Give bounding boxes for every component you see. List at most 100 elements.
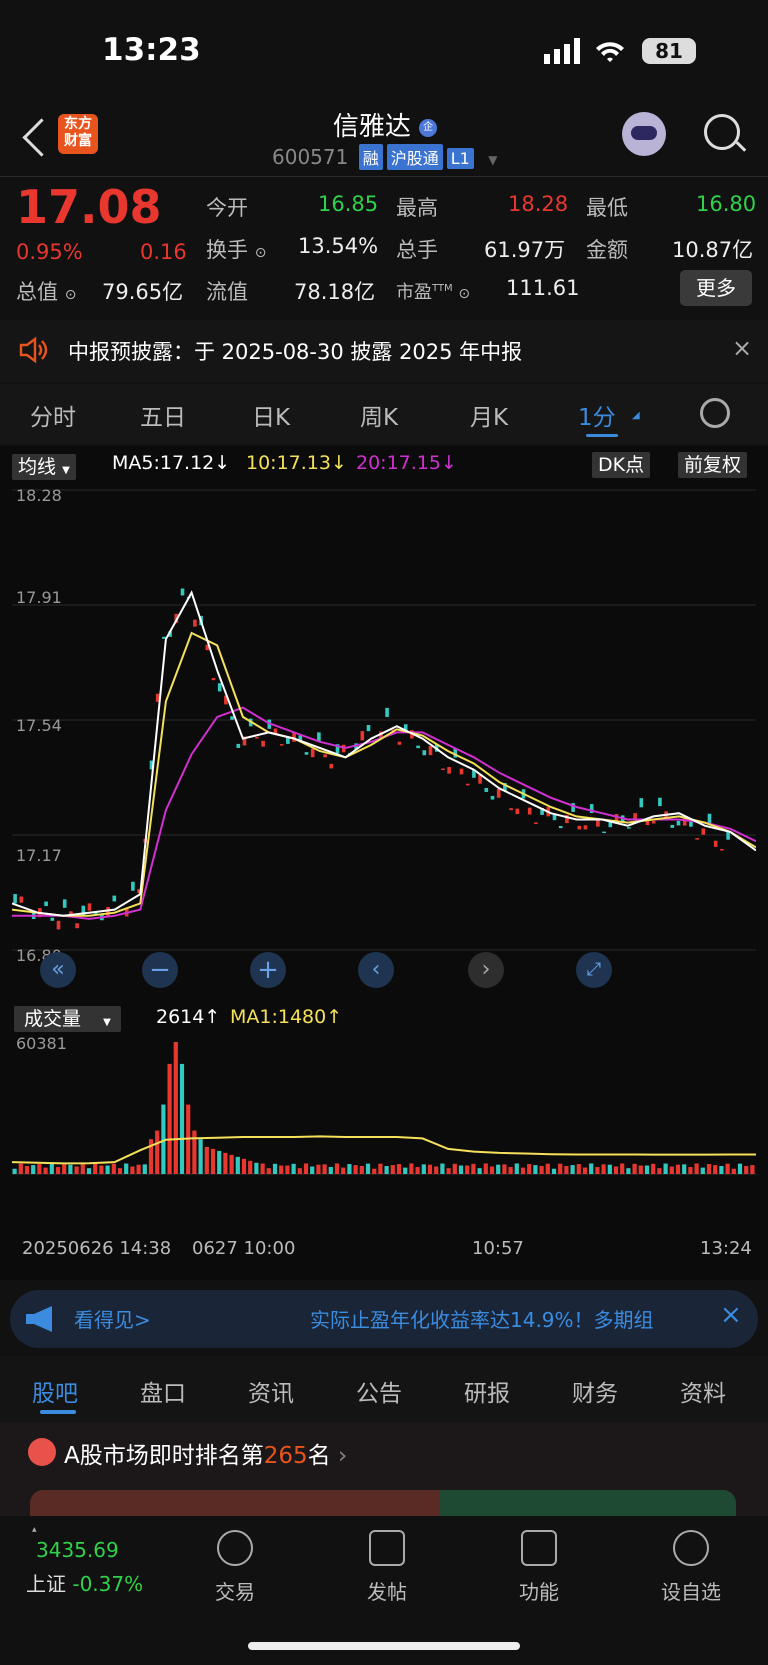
more-button[interactable]: 更多 bbox=[680, 270, 752, 306]
tab-research[interactable]: 研报 bbox=[464, 1374, 510, 1408]
volume-selector[interactable]: 成交量 ▼ bbox=[14, 1004, 121, 1032]
tab-timeshare[interactable]: 分时 bbox=[30, 398, 76, 432]
info-icon[interactable]: ⊙ bbox=[65, 287, 77, 303]
amount-value: 10.87亿 bbox=[672, 238, 754, 262]
candle bbox=[416, 745, 420, 749]
volume-bar bbox=[440, 1163, 445, 1174]
zoom-out-icon[interactable]: − bbox=[142, 952, 178, 988]
candle bbox=[441, 768, 445, 771]
candle bbox=[131, 881, 135, 891]
ranking-card[interactable]: A股市场即时排名第265名 › bbox=[0, 1422, 768, 1516]
tab-news[interactable]: 资讯 bbox=[248, 1374, 294, 1408]
volume-bar bbox=[266, 1168, 271, 1174]
candle bbox=[279, 744, 284, 746]
bullish-bar[interactable] bbox=[30, 1490, 450, 1516]
candle bbox=[323, 754, 327, 758]
mktcap-value: 79.65亿 bbox=[102, 280, 184, 304]
close-icon[interactable]: × bbox=[732, 334, 752, 362]
candle bbox=[428, 745, 433, 756]
candle bbox=[13, 894, 17, 904]
volume-bar bbox=[297, 1168, 302, 1174]
candle bbox=[75, 923, 79, 929]
volume-bar bbox=[167, 1063, 172, 1174]
kline-chart-area[interactable]: 均线 ▼ MA5:17.12↓ 10:17.13↓ 20:17.15↓ DK点 … bbox=[0, 446, 768, 1006]
tab-five-day[interactable]: 五日 bbox=[140, 398, 186, 432]
scroll-right-icon[interactable]: › bbox=[468, 952, 504, 988]
active-tab-indicator bbox=[586, 434, 618, 437]
volume-bar bbox=[582, 1167, 588, 1174]
dropdown-icon[interactable]: ▼ bbox=[488, 153, 497, 167]
tab-pankou[interactable]: 盘口 bbox=[140, 1374, 186, 1408]
stock-code-row[interactable]: 600571 融沪股通 L1 ▼ bbox=[272, 144, 497, 170]
megaphone-icon bbox=[26, 1306, 52, 1332]
volume-bar bbox=[111, 1163, 116, 1174]
time-tick: 13:24 bbox=[700, 1238, 752, 1259]
volume-bar bbox=[403, 1167, 408, 1174]
candle bbox=[658, 797, 662, 807]
info-icon[interactable]: ⊙ bbox=[458, 286, 470, 302]
chart-tabs: 分时 五日 日K 周K 月K 1分 ◢ bbox=[0, 384, 768, 444]
volume-bar bbox=[396, 1164, 402, 1174]
float-label: 流值 bbox=[206, 280, 248, 304]
assistant-robot-icon[interactable] bbox=[622, 112, 666, 156]
volume-bar bbox=[124, 1163, 129, 1174]
candle bbox=[713, 840, 718, 847]
volume-bar bbox=[669, 1166, 674, 1174]
fullscreen-icon[interactable]: ⤢ bbox=[576, 952, 612, 988]
nav-trade[interactable]: 交易 bbox=[190, 1530, 280, 1605]
tab-one-minute[interactable]: 1分 bbox=[578, 398, 616, 432]
dk-button[interactable]: DK点 bbox=[592, 450, 651, 478]
search-icon[interactable] bbox=[704, 114, 740, 150]
stock-name: 信雅达 bbox=[332, 112, 411, 142]
candle bbox=[255, 736, 259, 739]
volume-bar bbox=[483, 1163, 488, 1174]
ad-banner[interactable]: 看得见> 实际止盈年化收益率达14.9%！多期组 × bbox=[10, 1290, 758, 1348]
scroll-left-icon[interactable]: ‹ bbox=[358, 952, 394, 988]
pe-label: 市盈TTM ⊙ bbox=[396, 282, 471, 303]
price-chart[interactable] bbox=[12, 482, 756, 992]
volume-bar bbox=[130, 1166, 135, 1174]
index-value[interactable]: 3435.69 bbox=[36, 1538, 119, 1562]
candle bbox=[230, 716, 234, 720]
tab-weekly-k[interactable]: 周K bbox=[360, 398, 398, 432]
scroll-left-fast-icon[interactable]: « bbox=[40, 952, 76, 988]
ma20-value: 20:17.15↓ bbox=[356, 452, 457, 474]
tab-monthly-k[interactable]: 月K bbox=[470, 398, 508, 432]
bearish-bar[interactable] bbox=[440, 1490, 736, 1516]
tab-finance[interactable]: 财务 bbox=[572, 1374, 618, 1408]
notice-text: 中报预披露：于 2025-08-30 披露 2025 年中报 bbox=[68, 340, 523, 364]
candle bbox=[707, 813, 712, 824]
volume-bar bbox=[229, 1154, 234, 1174]
ma-selector[interactable]: 均线 ▼ bbox=[12, 452, 76, 480]
volume-bar bbox=[353, 1165, 358, 1174]
volume-bar bbox=[514, 1163, 519, 1174]
dropdown-icon[interactable]: ◢ bbox=[632, 410, 640, 421]
ad-text[interactable]: 实际止盈年化收益率达14.9%！多期组 bbox=[310, 1304, 710, 1333]
back-icon[interactable] bbox=[22, 118, 61, 157]
nav-functions[interactable]: 功能 bbox=[494, 1530, 584, 1605]
gear-icon[interactable] bbox=[700, 398, 730, 428]
zoom-in-icon[interactable]: + bbox=[250, 952, 286, 988]
volume-bar bbox=[589, 1163, 594, 1174]
ma10-line bbox=[12, 631, 756, 917]
nav-add-watchlist[interactable]: 设自选 bbox=[646, 1530, 736, 1605]
tab-guba[interactable]: 股吧 bbox=[32, 1374, 78, 1408]
close-icon[interactable]: × bbox=[720, 1300, 742, 1330]
tab-profile[interactable]: 资料 bbox=[680, 1374, 726, 1408]
notice-bar[interactable]: 中报预披露：于 2025-08-30 披露 2025 年中报 × bbox=[0, 320, 768, 382]
volume-bar bbox=[285, 1165, 290, 1174]
index-row[interactable]: 上证 -0.37% bbox=[26, 1568, 143, 1597]
info-icon[interactable]: ⊙ bbox=[255, 245, 267, 261]
volume-chart-area[interactable]: 成交量 ▼ 2614↑ MA1:1480↑ 60381 20250626 14:… bbox=[0, 1000, 768, 1280]
app-logo[interactable]: 东方财富 bbox=[58, 114, 98, 154]
volume-chart[interactable] bbox=[12, 1034, 756, 1230]
candle bbox=[701, 828, 706, 835]
adjust-button[interactable]: 前复权 bbox=[678, 450, 748, 478]
tab-announcements[interactable]: 公告 bbox=[356, 1374, 402, 1408]
candle bbox=[534, 822, 538, 824]
tab-daily-k[interactable]: 日K bbox=[252, 398, 290, 432]
ad-left-text[interactable]: 看得见> bbox=[74, 1304, 151, 1333]
volume-bar bbox=[638, 1165, 643, 1174]
nav-post[interactable]: 发帖 bbox=[342, 1530, 432, 1605]
volume-bar bbox=[595, 1167, 600, 1174]
